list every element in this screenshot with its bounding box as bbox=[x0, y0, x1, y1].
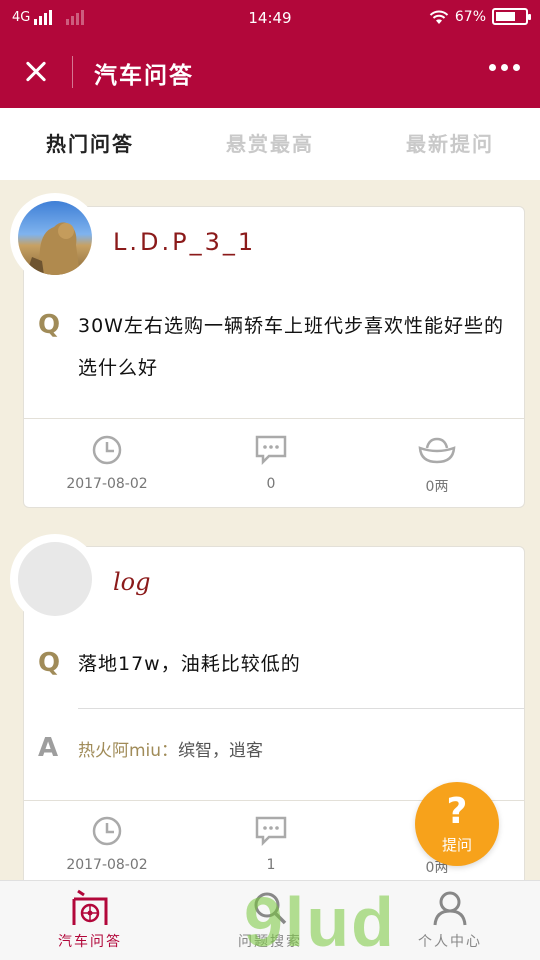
tab-newest-questions[interactable]: 最新提问 bbox=[360, 108, 540, 180]
answer-preview[interactable]: 热火阿miu：缤智，逍客 bbox=[78, 736, 263, 761]
battery-percent: 67% bbox=[454, 8, 486, 25]
date-label: 2017-08-02 bbox=[66, 857, 148, 873]
status-bar: 4G 14:49 67% bbox=[0, 0, 540, 36]
wifi-icon bbox=[429, 10, 449, 24]
question-text[interactable]: 落地17w，油耗比较低的 bbox=[78, 643, 508, 685]
clock-icon bbox=[92, 435, 122, 465]
question-marker: Q bbox=[38, 648, 61, 678]
clock-icon bbox=[92, 816, 122, 846]
nav-item-car-qa[interactable]: 汽车问答 bbox=[0, 881, 180, 960]
question-text[interactable]: 30W左右选购一辆轿车上班代步喜欢性能好些的选什么好 bbox=[78, 305, 508, 389]
answer-text: 缤智，逍客 bbox=[178, 741, 264, 761]
nav-item-search[interactable]: 问题搜索 bbox=[180, 881, 360, 960]
answer-marker: A bbox=[38, 733, 59, 763]
question-date: 2017-08-02 bbox=[22, 434, 192, 492]
card-divider bbox=[24, 418, 524, 419]
tab-bar: 热门问答 悬赏最高 最新提问 bbox=[0, 108, 540, 180]
question-date: 2017-08-02 bbox=[22, 815, 192, 873]
question-marker: Q bbox=[38, 310, 61, 340]
more-options-button[interactable] bbox=[489, 64, 520, 71]
tab-highest-reward[interactable]: 悬赏最高 bbox=[180, 108, 360, 180]
reward-label: 0两 bbox=[425, 479, 449, 495]
comment-count-label: 0 bbox=[266, 476, 276, 492]
date-label: 2017-08-02 bbox=[66, 476, 148, 492]
comment-count-label: 1 bbox=[266, 857, 276, 873]
username[interactable]: log bbox=[113, 568, 151, 596]
nav-label: 个人中心 bbox=[418, 934, 482, 950]
qa-icon bbox=[72, 889, 108, 925]
avatar-image bbox=[18, 201, 92, 275]
tab-hot-qa[interactable]: 热门问答 bbox=[0, 108, 180, 180]
close-button[interactable] bbox=[16, 54, 56, 90]
username[interactable]: L.D.P_3_1 bbox=[113, 228, 256, 256]
nav-item-profile[interactable]: 个人中心 bbox=[360, 881, 540, 960]
comment-icon bbox=[255, 816, 287, 847]
user-icon bbox=[433, 891, 467, 926]
status-right: 67% bbox=[429, 8, 531, 25]
ask-question-button[interactable]: ? 提问 bbox=[415, 782, 499, 866]
page-title: 汽车问答 bbox=[94, 63, 194, 89]
avatar[interactable] bbox=[10, 193, 100, 283]
avatar-placeholder bbox=[18, 542, 92, 616]
reward-amount: 0两 bbox=[352, 434, 522, 496]
search-icon bbox=[254, 892, 287, 925]
answer-divider bbox=[78, 708, 524, 709]
avatar[interactable] bbox=[10, 534, 100, 624]
question-mark-icon: ? bbox=[446, 791, 468, 832]
comment-icon bbox=[255, 435, 287, 466]
app-bar: 汽车问答 bbox=[0, 36, 540, 108]
answer-author: 热火阿miu： bbox=[78, 741, 179, 761]
comment-count[interactable]: 1 bbox=[186, 815, 356, 873]
bottom-navigation: 汽车问答 问题搜索 个人中心 bbox=[0, 880, 540, 960]
battery-fill bbox=[496, 12, 515, 21]
nav-label: 汽车问答 bbox=[58, 934, 122, 950]
comment-count[interactable]: 0 bbox=[186, 434, 356, 492]
nav-label: 问题搜索 bbox=[238, 934, 302, 950]
ingot-icon bbox=[418, 437, 456, 464]
app-bar-divider bbox=[72, 56, 73, 88]
ask-button-label: 提问 bbox=[441, 836, 472, 854]
battery-icon bbox=[492, 8, 531, 25]
